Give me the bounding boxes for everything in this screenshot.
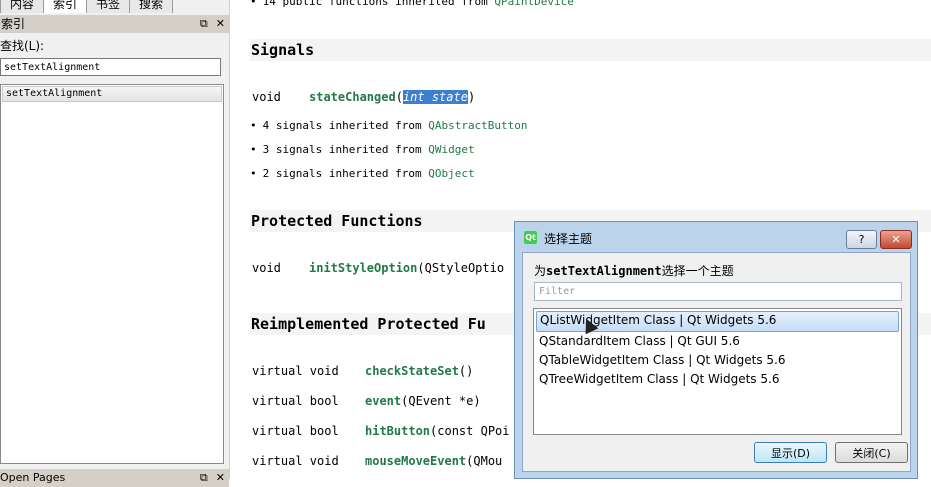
find-label: 查找(L): — [0, 39, 45, 53]
dialog-title: 选择主题 — [544, 232, 593, 246]
float-icon[interactable]: ⧉ — [200, 15, 208, 33]
topic-list-item[interactable]: QStandardItem Class | Qt GUI 5.6 — [536, 332, 899, 351]
index-list[interactable]: setTextAlignment — [0, 84, 224, 464]
bullet-icon: • — [250, 0, 257, 8]
index-dock-title: 索引 ⧉ ✕ — [0, 15, 229, 33]
link-initstyleoption[interactable]: initStyleOption — [309, 261, 417, 275]
topic-chooser-dialog: Qt 选择主题 ? ✕ 为setTextAlignment选择一个主题 Filt… — [514, 221, 918, 479]
link-qwidget[interactable]: QWidget — [428, 143, 474, 156]
bullet-icon: • — [250, 167, 257, 180]
open-pages-title-text: Open Pages — [0, 471, 66, 484]
tab-bookmarks[interactable]: 书签 — [86, 0, 131, 13]
qt-logo-icon: Qt — [524, 231, 537, 244]
link-qobject[interactable]: QObject — [428, 167, 474, 180]
show-button[interactable]: 显示(D) — [754, 442, 827, 463]
signal-row: void stateChanged(int state) — [252, 90, 476, 104]
inherited-line: • 2 signals inherited from QObject — [250, 167, 475, 180]
tab-contents[interactable]: 内容 — [0, 0, 45, 13]
index-list-item[interactable]: setTextAlignment — [2, 86, 222, 102]
topic-list-item[interactable]: QTreeWidgetItem Class | Qt Widgets 5.6 — [536, 370, 899, 389]
link-statechanged[interactable]: stateChanged — [309, 90, 396, 104]
protected-fn-row: void initStyleOption(QStyleOptio — [252, 261, 505, 275]
left-tabs: 内容 索引 书签 搜索 — [0, 0, 174, 13]
link-event[interactable]: event — [365, 394, 401, 408]
inherited-line: • 14 public functions inherited from QPai… — [250, 0, 574, 8]
reimpl-row: virtual void checkStateSet() — [252, 364, 474, 378]
dialog-body: 为setTextAlignment选择一个主题 Filter QListWidg… — [522, 252, 911, 472]
link-hitbutton[interactable]: hitButton — [365, 424, 430, 438]
selected-text: int state — [402, 90, 468, 104]
tab-search[interactable]: 搜索 — [129, 0, 174, 13]
bullet-icon: • — [250, 119, 257, 132]
reimpl-row: virtual bool event(QEvent *e) — [252, 394, 481, 408]
reimpl-row: virtual bool hitButton(const QPoi — [252, 424, 510, 438]
left-panel: 内容 索引 书签 搜索 索引 ⧉ ✕ 查找(L): setTextAlignme… — [0, 0, 230, 487]
inherited-line: • 4 signals inherited from QAbstractButto… — [250, 119, 528, 132]
reimpl-row: virtual void mouseMoveEvent(QMou — [252, 454, 503, 468]
filter-input[interactable]: Filter — [534, 282, 902, 301]
index-dock-title-text: 索引 — [1, 17, 26, 31]
link-mousemoveevent[interactable]: mouseMoveEvent — [365, 454, 466, 468]
dialog-prompt: 为setTextAlignment选择一个主题 — [534, 264, 734, 278]
bullet-icon: • — [250, 143, 257, 156]
dialog-titlebar[interactable]: Qt 选择主题 ? ✕ — [515, 222, 917, 252]
link-checkstateset[interactable]: checkStateSet — [365, 364, 459, 378]
tab-index[interactable]: 索引 — [43, 0, 88, 13]
close-button[interactable]: 关闭(C) — [835, 442, 908, 463]
link-qabstractbutton[interactable]: QAbstractButton — [428, 119, 527, 132]
find-input[interactable]: setTextAlignment — [0, 58, 221, 76]
open-pages-dock-title: Open Pages ⧉ ✕ — [0, 469, 229, 487]
close-icon[interactable]: ✕ — [216, 15, 225, 33]
section-heading-signals: Signals — [250, 39, 931, 61]
link-qpaintdevice[interactable]: QPaintDevice — [494, 0, 573, 8]
help-button[interactable]: ? — [846, 230, 877, 249]
inherited-line: • 3 signals inherited from QWidget — [250, 143, 475, 156]
close-window-button[interactable]: ✕ — [880, 230, 912, 249]
float-icon[interactable]: ⧉ — [200, 469, 208, 487]
topic-list-item[interactable]: QTableWidgetItem Class | Qt Widgets 5.6 — [536, 351, 899, 370]
close-icon[interactable]: ✕ — [216, 469, 225, 487]
